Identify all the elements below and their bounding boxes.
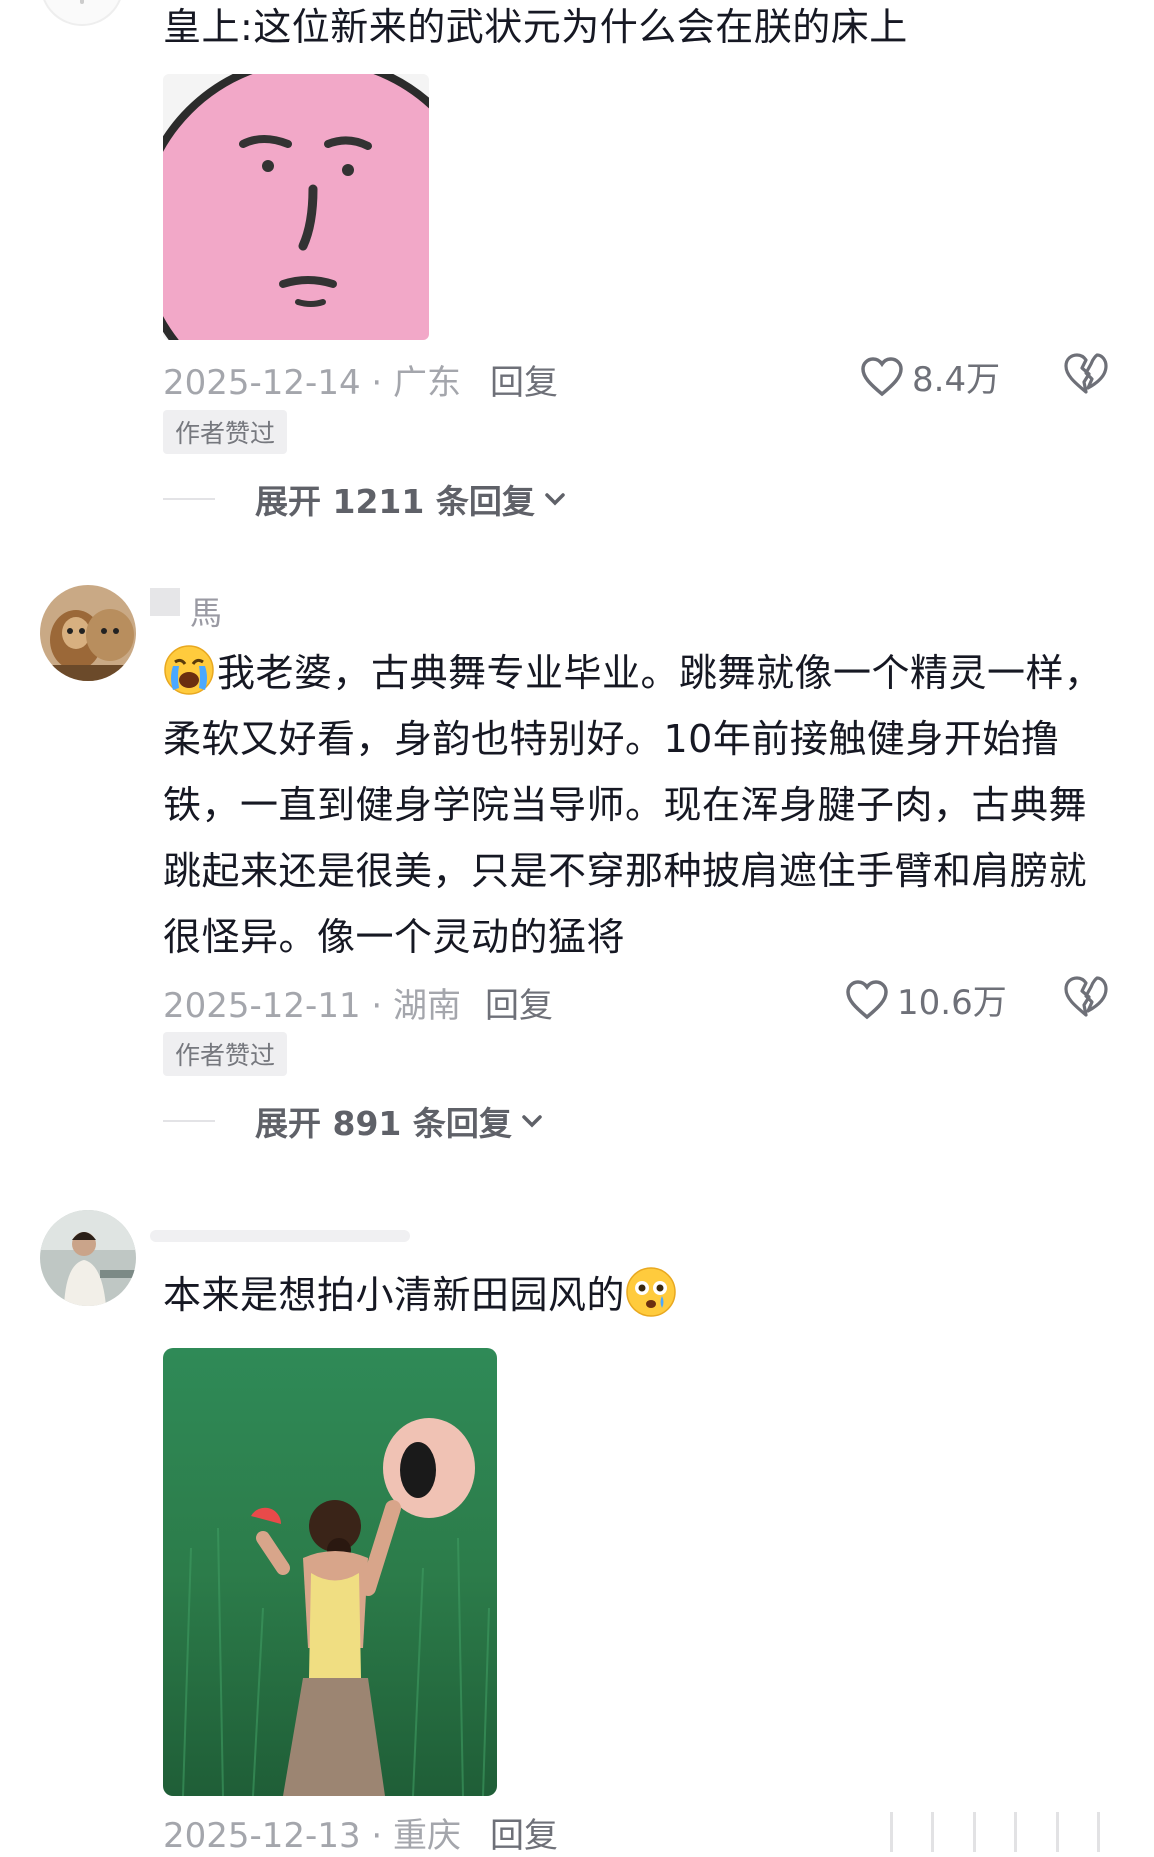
broken-heart-icon (1064, 353, 1108, 394)
heart-icon (846, 979, 888, 1019)
chevron-down-icon (522, 1115, 542, 1128)
username-blur (150, 1230, 410, 1242)
author-liked-badge-2: 作者赞过 (163, 1032, 288, 1076)
divider-line (163, 1120, 215, 1122)
comment-date: 2025-12-13 (163, 1816, 361, 1856)
text-cursor-marks (890, 1812, 1100, 1852)
username-blur (150, 588, 180, 616)
heart-icon (861, 356, 903, 396)
comment-text-2: 我老婆，古典舞专业毕业。跳舞就像一个精灵一样，柔软又好看，身韵也特别好。10年前… (163, 640, 1123, 970)
chevron-down-icon (545, 493, 565, 506)
loud-crying-emoji (164, 645, 214, 695)
comment-text-3-body: 本来是想拍小清新田园风的 (163, 1273, 626, 1317)
flushed-emoji (626, 1267, 676, 1317)
like-button-1[interactable]: 8.4万 (860, 352, 1000, 401)
expand-replies-label: 展开 891 条回复 (255, 1104, 512, 1143)
comment-text-3: 本来是想拍小清新田园风的 (163, 1262, 1123, 1328)
broken-heart-icon (1064, 976, 1108, 1017)
comment-meta-1: 2025-12-14 · 广东 (163, 355, 461, 404)
comment-meta-3: 2025-12-13 · 重庆 (163, 1808, 461, 1857)
comment-date: 2025-12-14 (163, 363, 361, 403)
expand-replies-label: 展开 1211 条回复 (255, 482, 535, 521)
reply-button-3[interactable]: 回复 (490, 1808, 558, 1857)
dislike-button-1[interactable] (1063, 352, 1109, 398)
avatar-user-3[interactable] (40, 1210, 136, 1306)
avatar-user-2[interactable] (40, 585, 136, 681)
comment-text-2-body: 我老婆，古典舞专业毕业。跳舞就像一个精灵一样，柔软又好看，身韵也特别好。10年前… (163, 651, 1103, 959)
expand-replies-2[interactable]: 展开 891 条回复 (163, 1097, 546, 1145)
comment-meta-2: 2025-12-11 · 湖南 (163, 978, 461, 1027)
comment-date: 2025-12-11 (163, 986, 361, 1026)
comment-location: · 重庆 (371, 1816, 462, 1856)
comment-image-meme[interactable] (163, 74, 429, 340)
comment-image-photo[interactable] (163, 1348, 497, 1796)
like-count: 10.6万 (897, 983, 1007, 1023)
like-count: 8.4万 (912, 360, 1001, 400)
reply-button-1[interactable]: 回复 (490, 355, 558, 404)
expand-replies-1[interactable]: 展开 1211 条回复 (163, 475, 569, 523)
username-2[interactable]: 馬 (190, 588, 222, 634)
reply-button-2[interactable]: 回复 (485, 978, 553, 1027)
comment-location: · 湖南 (371, 986, 462, 1026)
comment-text-1: 皇上:这位新来的武状元为什么会在朕的床上 (163, 5, 908, 49)
avatar-loading[interactable] (40, 0, 124, 26)
like-button-2[interactable]: 10.6万 (845, 975, 1007, 1024)
divider-line (163, 498, 215, 500)
comment-location: · 广东 (371, 363, 462, 403)
dislike-button-2[interactable] (1063, 975, 1109, 1021)
author-liked-badge-1: 作者赞过 (163, 410, 288, 454)
